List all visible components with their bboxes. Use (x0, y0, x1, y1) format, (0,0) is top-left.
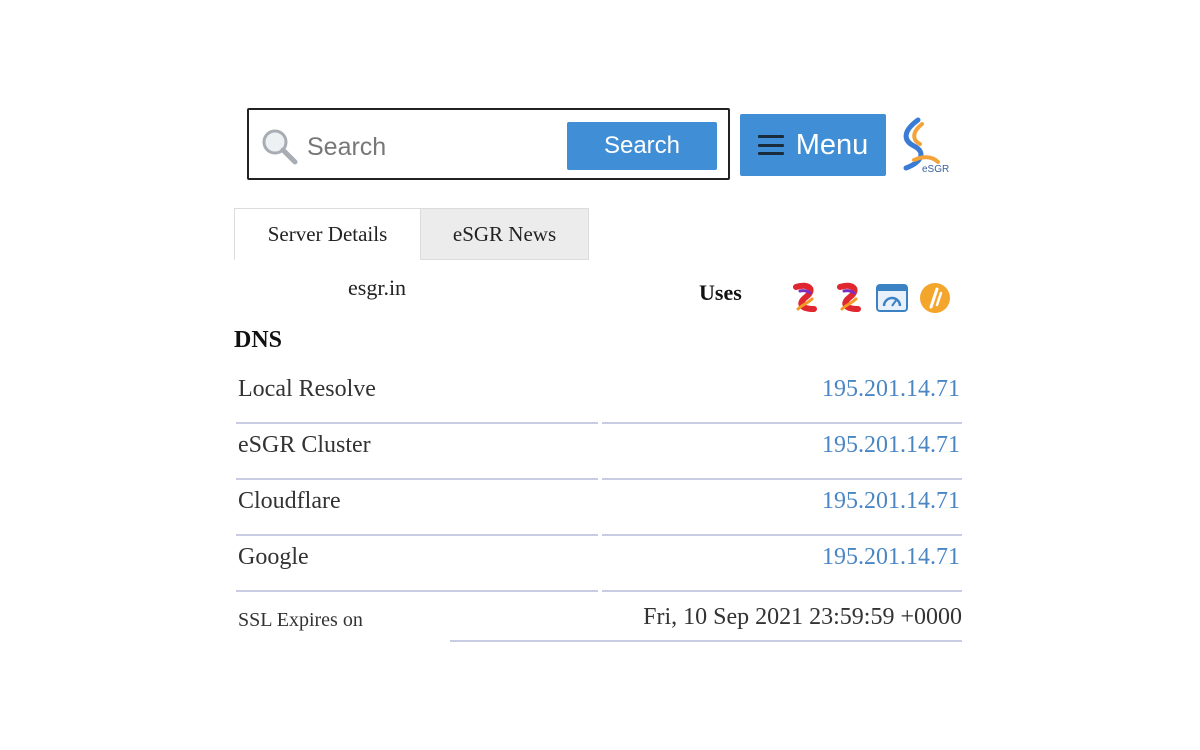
hamburger-icon (757, 135, 784, 155)
dns-row-local-resolve: Local Resolve 195.201.14.71 (234, 368, 962, 424)
red-ribbon-icon (837, 282, 861, 312)
search-box: Search (247, 108, 730, 180)
divider (450, 640, 962, 642)
dns-heading: DNS (234, 327, 283, 353)
dns-label: eSGR Cluster (238, 432, 371, 458)
dns-ip-link[interactable]: 195.201.14.71 (822, 432, 960, 459)
menu-label: Menu (795, 128, 869, 161)
divider (236, 590, 598, 592)
dns-row-google: Google 195.201.14.71 (234, 536, 962, 592)
ssl-expiry-label: SSL Expires on (238, 609, 363, 631)
dns-row-esgr-cluster: eSGR Cluster 195.201.14.71 (234, 424, 962, 480)
dns-label: Local Resolve (238, 376, 376, 402)
browser-speed-icon (876, 284, 908, 312)
search-icon (262, 129, 298, 165)
menu-button[interactable]: Menu (740, 114, 886, 176)
divider (602, 590, 962, 592)
svg-text:eSGR: eSGR (922, 164, 949, 175)
dns-ip-link[interactable]: 195.201.14.71 (822, 488, 960, 515)
tab-esgr-news[interactable]: eSGR News (421, 208, 589, 260)
orange-circle-icon (920, 283, 950, 313)
search-input[interactable] (305, 128, 549, 166)
dns-ip-link[interactable]: 195.201.14.71 (822, 376, 960, 403)
dns-label: Google (238, 544, 309, 570)
uses-label: Uses (699, 280, 742, 305)
tab-bar: Server Details eSGR News (234, 208, 589, 260)
ssl-expiry-value: Fri, 10 Sep 2021 23:59:59 +0000 (643, 604, 962, 630)
search-button[interactable]: Search (567, 122, 717, 170)
tab-server-details[interactable]: Server Details (234, 208, 421, 260)
dns-row-cloudflare: Cloudflare 195.201.14.71 (234, 480, 962, 536)
dns-label: Cloudflare (238, 488, 341, 514)
domain-name: esgr.in (348, 275, 407, 300)
dns-ip-link[interactable]: 195.201.14.71 (822, 544, 960, 571)
red-ribbon-icon (793, 282, 817, 312)
esgr-logo[interactable]: eSGR (892, 116, 950, 176)
